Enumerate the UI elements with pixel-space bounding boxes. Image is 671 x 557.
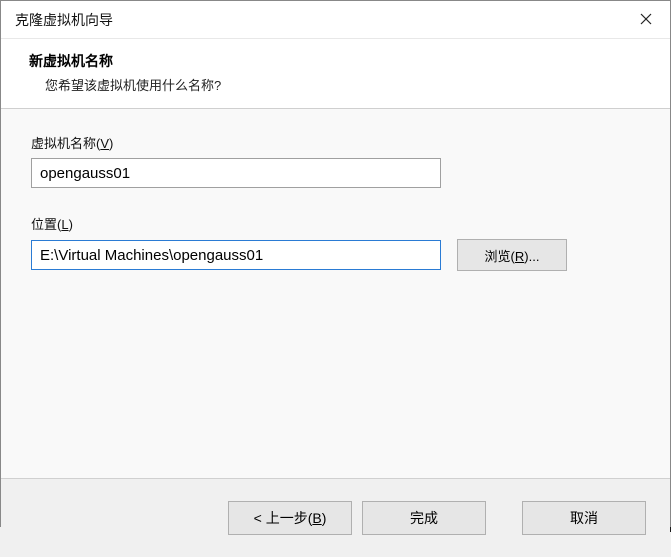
titlebar: 克隆虚拟机向导 xyxy=(1,1,670,39)
vm-name-block: 虚拟机名称(V) xyxy=(31,133,640,188)
header-heading: 新虚拟机名称 xyxy=(29,51,642,71)
vm-location-block: 位置(L) 浏览(R)... xyxy=(31,214,640,271)
wizard-header: 新虚拟机名称 您希望该虚拟机使用什么名称? xyxy=(1,39,670,109)
wizard-window: 克隆虚拟机向导 新虚拟机名称 您希望该虚拟机使用什么名称? 虚拟机名称(V) 位… xyxy=(0,0,671,527)
finish-button[interactable]: 完成 xyxy=(362,501,486,535)
vm-location-row: 浏览(R)... xyxy=(31,239,640,271)
vm-location-input[interactable] xyxy=(31,240,441,270)
vm-name-label: 虚拟机名称(V) xyxy=(31,133,640,152)
cancel-button[interactable]: 取消 xyxy=(522,501,646,535)
wizard-footer: < 上一步(B) 完成 取消 xyxy=(1,479,670,557)
close-button[interactable] xyxy=(622,1,670,39)
header-subheading: 您希望该虚拟机使用什么名称? xyxy=(29,75,642,94)
window-title: 克隆虚拟机向导 xyxy=(15,10,113,30)
browse-button[interactable]: 浏览(R)... xyxy=(457,239,567,271)
back-button[interactable]: < 上一步(B) xyxy=(228,501,352,535)
vm-name-input[interactable] xyxy=(31,158,441,188)
vm-location-label: 位置(L) xyxy=(31,214,640,233)
close-icon xyxy=(640,10,652,30)
wizard-content: 虚拟机名称(V) 位置(L) 浏览(R)... xyxy=(1,109,670,479)
